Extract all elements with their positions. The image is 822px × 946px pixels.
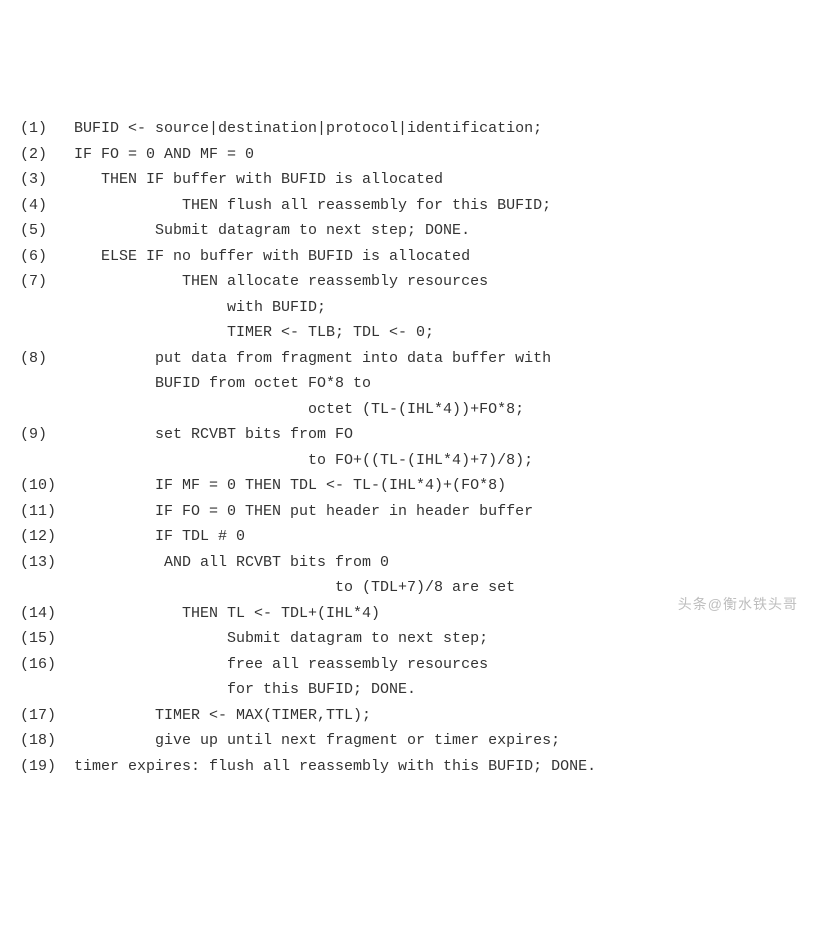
code-line: (6) ELSE IF no buffer with BUFID is allo… (20, 244, 802, 270)
code-line: (1)BUFID <- source|destination|protocol|… (20, 116, 802, 142)
code-line: (10) IF MF = 0 THEN TDL <- TL-(IHL*4)+(F… (20, 473, 802, 499)
line-content: THEN allocate reassembly resources (74, 269, 488, 295)
line-number: (19) (20, 754, 74, 780)
line-number: (16) (20, 652, 74, 678)
line-content: timer expires: flush all reassembly with… (74, 754, 596, 780)
line-number: (18) (20, 728, 74, 754)
line-content: IF FO = 0 AND MF = 0 (74, 142, 254, 168)
code-line: to FO+((TL-(IHL*4)+7)/8); (20, 448, 802, 474)
code-line: (8) put data from fragment into data buf… (20, 346, 802, 372)
line-content: THEN flush all reassembly for this BUFID… (74, 193, 551, 219)
line-number: (13) (20, 550, 74, 576)
code-line: octet (TL-(IHL*4))+FO*8; (20, 397, 802, 423)
line-number: (4) (20, 193, 74, 219)
line-content: IF MF = 0 THEN TDL <- TL-(IHL*4)+(FO*8) (74, 473, 506, 499)
line-number: (9) (20, 422, 74, 448)
code-line: TIMER <- TLB; TDL <- 0; (20, 320, 802, 346)
line-content: THEN TL <- TDL+(IHL*4) (74, 601, 380, 627)
code-line: (7) THEN allocate reassembly resources (20, 269, 802, 295)
line-content: for this BUFID; DONE. (74, 677, 416, 703)
line-content: ELSE IF no buffer with BUFID is allocate… (74, 244, 470, 270)
line-content: Submit datagram to next step; DONE. (74, 218, 470, 244)
line-number: (8) (20, 346, 74, 372)
code-line: (4) THEN flush all reassembly for this B… (20, 193, 802, 219)
code-line: (15) Submit datagram to next step; (20, 626, 802, 652)
line-number: (14) (20, 601, 74, 627)
line-number: (10) (20, 473, 74, 499)
line-content: set RCVBT bits from FO (74, 422, 353, 448)
line-number: (17) (20, 703, 74, 729)
pseudocode-block: (1)BUFID <- source|destination|protocol|… (20, 116, 802, 779)
line-content: TIMER <- MAX(TIMER,TTL); (74, 703, 371, 729)
code-line: (9) set RCVBT bits from FO (20, 422, 802, 448)
code-line: (18) give up until next fragment or time… (20, 728, 802, 754)
line-content: free all reassembly resources (74, 652, 488, 678)
line-content: octet (TL-(IHL*4))+FO*8; (74, 397, 524, 423)
line-content: with BUFID; (74, 295, 326, 321)
code-line: BUFID from octet FO*8 to (20, 371, 802, 397)
line-content: to (TDL+7)/8 are set (74, 575, 515, 601)
code-line: (16) free all reassembly resources (20, 652, 802, 678)
line-content: BUFID <- source|destination|protocol|ide… (74, 116, 542, 142)
line-content: IF TDL # 0 (74, 524, 245, 550)
code-line: (17) TIMER <- MAX(TIMER,TTL); (20, 703, 802, 729)
line-content: put data from fragment into data buffer … (74, 346, 551, 372)
code-line: (3) THEN IF buffer with BUFID is allocat… (20, 167, 802, 193)
code-line: (5) Submit datagram to next step; DONE. (20, 218, 802, 244)
line-content: IF FO = 0 THEN put header in header buff… (74, 499, 533, 525)
line-number: (6) (20, 244, 74, 270)
line-number: (3) (20, 167, 74, 193)
code-line: (12) IF TDL # 0 (20, 524, 802, 550)
code-line: to (TDL+7)/8 are set (20, 575, 802, 601)
line-number: (5) (20, 218, 74, 244)
line-number: (1) (20, 116, 74, 142)
line-content: to FO+((TL-(IHL*4)+7)/8); (74, 448, 533, 474)
line-number: (7) (20, 269, 74, 295)
line-content: give up until next fragment or timer exp… (74, 728, 560, 754)
line-number: (12) (20, 524, 74, 550)
line-content: THEN IF buffer with BUFID is allocated (74, 167, 443, 193)
line-content: BUFID from octet FO*8 to (74, 371, 371, 397)
code-line: for this BUFID; DONE. (20, 677, 802, 703)
line-number: (11) (20, 499, 74, 525)
line-content: AND all RCVBT bits from 0 (74, 550, 389, 576)
code-line: (13) AND all RCVBT bits from 0 (20, 550, 802, 576)
code-line: (11) IF FO = 0 THEN put header in header… (20, 499, 802, 525)
line-number: (2) (20, 142, 74, 168)
line-content: Submit datagram to next step; (74, 626, 488, 652)
line-number: (15) (20, 626, 74, 652)
code-line: (19)timer expires: flush all reassembly … (20, 754, 802, 780)
code-line: (2)IF FO = 0 AND MF = 0 (20, 142, 802, 168)
code-line: (14) THEN TL <- TDL+(IHL*4) (20, 601, 802, 627)
line-content: TIMER <- TLB; TDL <- 0; (74, 320, 434, 346)
code-line: with BUFID; (20, 295, 802, 321)
